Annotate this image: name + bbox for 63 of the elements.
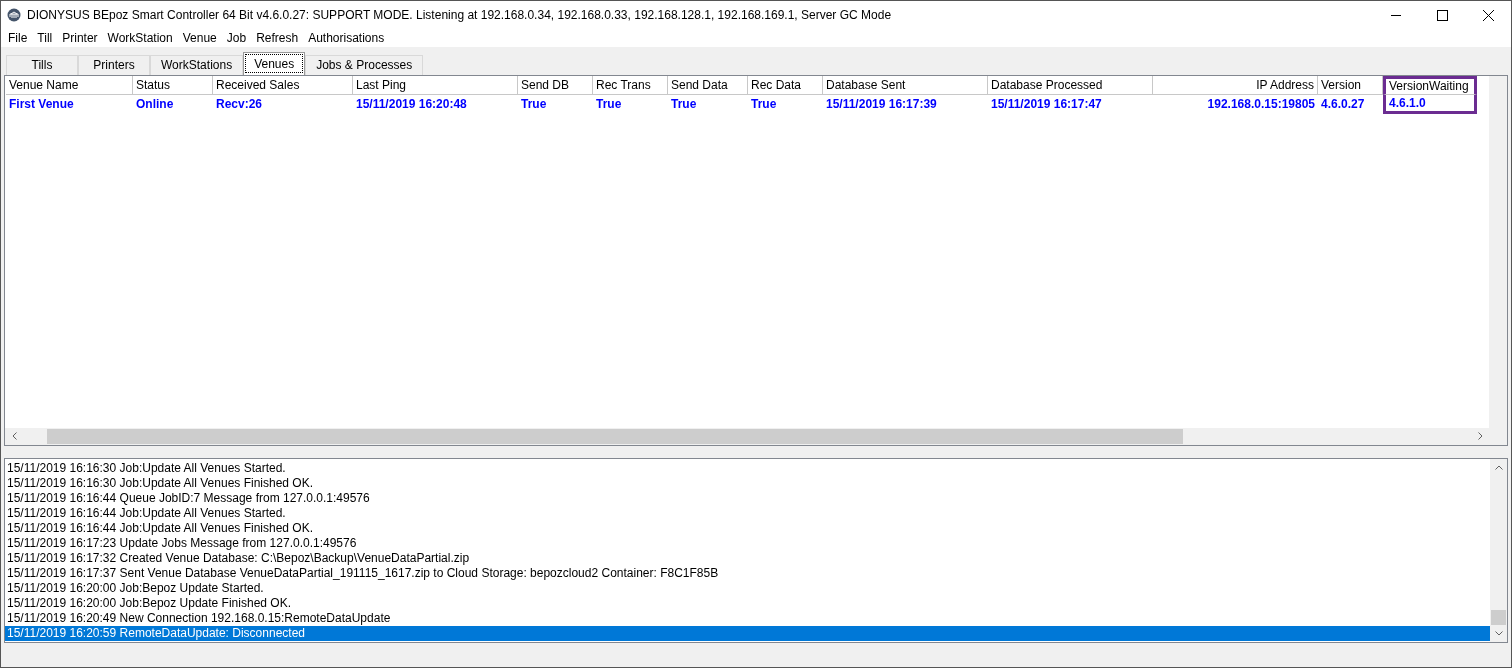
menu-item[interactable]: WorkStation xyxy=(102,30,178,45)
column-header[interactable]: Send DB xyxy=(518,75,593,95)
log-entry[interactable]: 15/11/2019 16:20:00 Job:Bepoz Update Finished OK. xyxy=(5,596,1490,612)
app-logo-icon xyxy=(7,8,21,22)
vertical-scrollbar[interactable] xyxy=(1490,458,1507,643)
menu-item[interactable]: File xyxy=(3,30,33,45)
table-cell-text: 15/11/2019 16:17:47 xyxy=(990,96,1103,114)
table-cell-text: True xyxy=(520,96,548,114)
menu-item[interactable]: Till xyxy=(32,30,58,45)
log-entry[interactable]: 15/11/2019 16:17:37 Sent Venue Database VenueDataPartial_191115_1617.zip to Cloud Storage: bepozcloud2 Container: F8C1F85B xyxy=(5,566,1490,582)
column-header[interactable]: Database Sent xyxy=(823,75,988,95)
log-entry[interactable]: 15/11/2019 16:16:44 Queue JobID:7 Message from 127.0.0.1:49576 xyxy=(5,491,1490,507)
tab[interactable]: Jobs & Processes xyxy=(305,54,424,75)
column-header[interactable]: Version xyxy=(1318,75,1383,95)
menu-item[interactable]: Job xyxy=(221,30,252,45)
scrollbar-thumb[interactable] xyxy=(47,428,1183,444)
table-cell-text: 192.168.0.15:19805 xyxy=(1206,96,1316,114)
tab[interactable]: WorkStations xyxy=(150,54,244,75)
table-cell-text: Online xyxy=(135,96,175,114)
table-cell: 4.6.1.0 xyxy=(1383,94,1477,114)
column-header[interactable]: IP Address xyxy=(1153,75,1318,95)
log-entry[interactable]: 15/11/2019 16:17:23 Update Jobs Message from 127.0.0.1:49576 xyxy=(5,536,1490,552)
column-header[interactable]: Received Sales xyxy=(213,75,353,95)
horizontal-scrollbar[interactable] xyxy=(5,427,1507,445)
column-header[interactable]: Send Data xyxy=(668,75,748,95)
log-entry[interactable]: 15/11/2019 16:20:49 New Connection 192.168.0.15:RemoteDataUpdate xyxy=(5,611,1490,627)
window-title: DIONYSUS BEpoz Smart Controller 64 Bit v4.6.0.27: SUPPORT MODE. Listening at 192.168.0.34, 192.168.0.33, 192.168.128.1, 192.168.169.1, Server GC Mode xyxy=(27,8,893,22)
log-entry[interactable]: 15/11/2019 16:20:59 RemoteDataUpdate: Disconnected xyxy=(5,626,1490,642)
scroll-right-icon[interactable] xyxy=(1477,432,1483,441)
maximize-icon[interactable] xyxy=(1436,9,1448,21)
scroll-up-icon[interactable] xyxy=(1494,464,1503,470)
menu-item[interactable]: Authorisations xyxy=(303,30,390,45)
column-header[interactable]: VersionWaiting xyxy=(1383,75,1477,95)
table-cell-text: 15/11/2019 16:17:39 xyxy=(825,96,938,114)
scroll-down-icon[interactable] xyxy=(1494,631,1503,637)
log-entry[interactable]: 15/11/2019 16:20:00 Job:Bepoz Update Started. xyxy=(5,581,1490,597)
table-cell-text: 4.6.0.27 xyxy=(1320,96,1366,114)
log-entry[interactable]: 15/11/2019 16:16:30 Job:Update All Venues Finished OK. xyxy=(5,476,1490,492)
table-cell-text: First Venue xyxy=(8,96,75,114)
column-header[interactable]: Last Ping xyxy=(353,75,518,95)
log-entry[interactable]: 15/11/2019 16:16:44 Job:Update All Venues Finished OK. xyxy=(5,521,1490,537)
menu-item[interactable]: Venue xyxy=(177,30,222,45)
scroll-left-icon[interactable] xyxy=(11,432,17,441)
column-header[interactable]: Rec Data xyxy=(748,75,823,95)
column-header[interactable]: Rec Trans xyxy=(593,75,668,95)
log-entry[interactable]: 15/11/2019 16:16:44 Job:Update All Venues Started. xyxy=(5,506,1490,522)
table-cell-text: Recv:26 xyxy=(215,96,264,114)
log-entry[interactable]: 15/11/2019 16:16:30 Job:Update All Venues Started. xyxy=(5,461,1490,477)
column-header[interactable]: Venue Name xyxy=(6,75,133,95)
menu-item[interactable]: Refresh xyxy=(251,30,304,45)
table-cell-text: True xyxy=(670,96,698,114)
table-cell-text: True xyxy=(750,96,778,114)
tab[interactable]: Venues xyxy=(243,51,306,75)
column-header[interactable]: Status xyxy=(133,75,213,95)
table-cell-text: True xyxy=(595,96,623,114)
scrollbar-thumb[interactable] xyxy=(1491,610,1506,626)
menu-item[interactable]: Printer xyxy=(57,30,103,45)
log-entry[interactable]: 15/11/2019 16:17:32 Created Venue Database: C:\Bepoz\Backup\VenueDataPartial.zip xyxy=(5,551,1490,567)
close-icon[interactable] xyxy=(1482,9,1494,21)
tab[interactable]: Printers xyxy=(78,54,150,75)
column-header[interactable]: Database Processed xyxy=(988,75,1153,95)
tab[interactable]: Tills xyxy=(6,54,78,75)
table-cell-text: 15/11/2019 16:20:48 xyxy=(355,96,468,114)
